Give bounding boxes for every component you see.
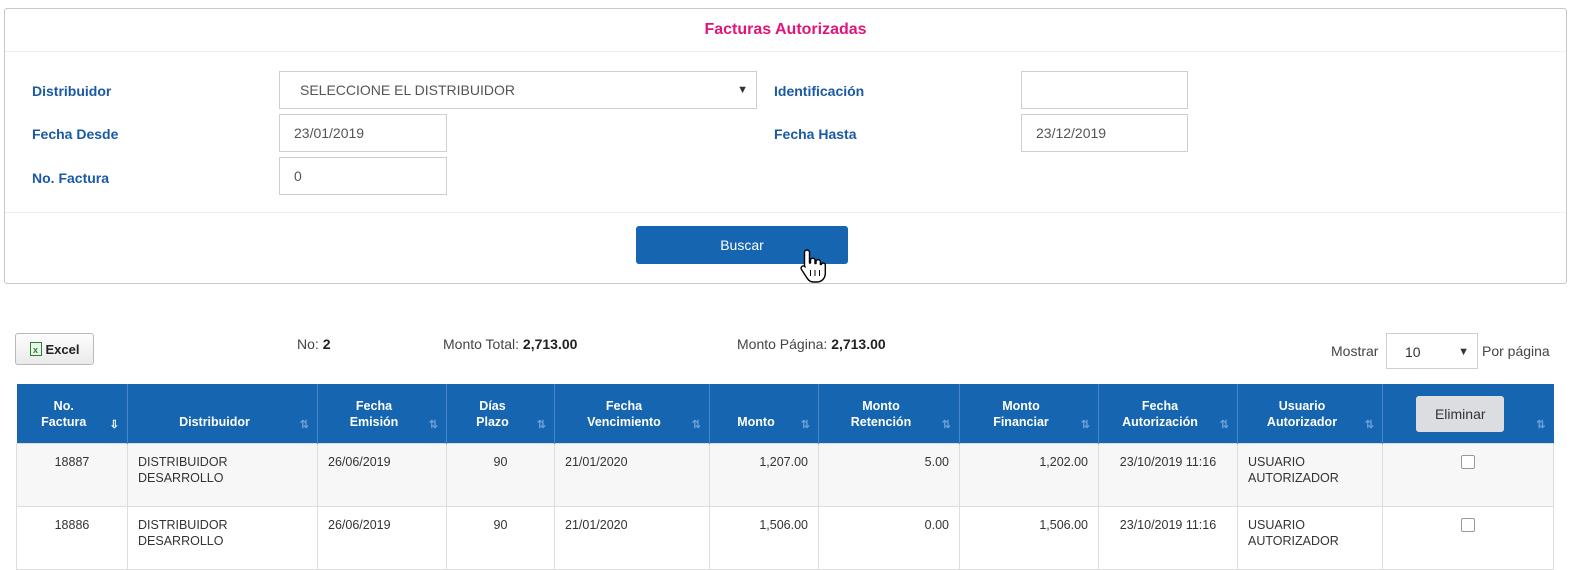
excel-icon: x: [29, 342, 42, 356]
fecha-desde-input[interactable]: 23/01/2019: [279, 114, 447, 152]
page-title: Facturas Autorizadas: [5, 9, 1566, 52]
monto-total-value: 2,713.00: [522, 336, 578, 352]
excel-button[interactable]: x Excel: [15, 333, 94, 365]
sort-icon: ⇅: [691, 419, 701, 431]
cell-eliminar: [1382, 443, 1554, 507]
cell-fecha-autorizacion: 23/10/2019 11:16: [1098, 443, 1238, 507]
distribuidor-label: Distribuidor: [32, 83, 112, 99]
sort-icon: ⇅: [536, 419, 546, 431]
cell-usuario-autorizador: USUARIO AUTORIZADOR: [1237, 506, 1383, 570]
cell-distribuidor: DISTRIBUIDOR DESARROLLO: [127, 506, 318, 570]
monto-total-label: Monto Total:: [443, 336, 520, 352]
cell-fecha-vencimiento: 21/01/2020: [554, 443, 710, 507]
chevron-down-icon: ▼: [1458, 346, 1469, 358]
sort-icon: ⇅: [800, 419, 810, 431]
cell-monto: 1,207.00: [709, 443, 819, 507]
identificacion-input[interactable]: [1021, 71, 1188, 109]
distribuidor-select[interactable]: SELECCIONE EL DISTRIBUIDOR ▼: [279, 71, 757, 109]
divider: [5, 212, 1566, 213]
monto-total-summary: Monto Total: 2,713.00: [443, 336, 577, 352]
cell-monto: 1,506.00: [709, 506, 819, 570]
distribuidor-select-value: SELECCIONE EL DISTRIBUIDOR: [300, 82, 515, 98]
cell-no-factura: 18886: [16, 506, 128, 570]
monto-pagina-value: 2,713.00: [831, 336, 886, 352]
sort-icon: ⇅: [1219, 419, 1229, 431]
cell-monto-financiar: 1,202.00: [959, 443, 1099, 507]
cell-distribuidor: DISTRIBUIDOR DESARROLLO: [127, 443, 318, 507]
chevron-down-icon: ▼: [737, 84, 748, 96]
header-usuario-autorizador[interactable]: Usuario Autorizador ⇅: [1237, 384, 1383, 444]
hand-cursor-icon: [800, 249, 826, 283]
header-fecha-autorizacion[interactable]: Fecha Autorización ⇅: [1098, 384, 1238, 444]
header-monto-retencion[interactable]: Monto Retención ⇅: [818, 384, 960, 444]
page-size-value: 10: [1405, 344, 1421, 360]
cell-monto-retencion: 5.00: [818, 443, 960, 507]
no-factura-input[interactable]: 0: [279, 157, 447, 195]
cell-usuario-autorizador: USUARIO AUTORIZADOR: [1237, 443, 1383, 507]
monto-pagina-label: Monto Página:: [737, 336, 828, 352]
cell-fecha-emision: 26/06/2019: [317, 443, 447, 507]
cell-fecha-vencimiento: 21/01/2020: [554, 506, 710, 570]
table-header-row: No. Factura ⇩ Distribuidor ⇅ Fecha Emisión ⇅ …: [16, 384, 1554, 444]
cell-dias-plazo: 90: [446, 443, 555, 507]
header-no-factura[interactable]: No. Factura ⇩: [16, 384, 128, 444]
sort-icon: ⇅: [428, 419, 438, 431]
header-fecha-vencimiento[interactable]: Fecha Vencimiento ⇅: [554, 384, 710, 444]
cell-dias-plazo: 90: [446, 506, 555, 570]
count-label: No:: [297, 336, 319, 352]
mostrar-label: Mostrar: [1331, 343, 1379, 359]
page-size-select[interactable]: 10 ▼: [1386, 333, 1478, 369]
cell-eliminar: [1382, 506, 1554, 570]
sort-icon: ⇅: [1364, 419, 1374, 431]
header-distribuidor[interactable]: Distribuidor ⇅: [127, 384, 318, 444]
row-checkbox[interactable]: [1461, 455, 1475, 469]
header-eliminar: Eliminar ⇅: [1382, 384, 1554, 444]
header-fecha-emision[interactable]: Fecha Emisión ⇅: [317, 384, 447, 444]
cell-fecha-emision: 26/06/2019: [317, 506, 447, 570]
facturas-table: No. Factura ⇩ Distribuidor ⇅ Fecha Emisión ⇅ …: [16, 384, 1554, 570]
table-row: 18887 DISTRIBUIDOR DESARROLLO 26/06/2019 …: [16, 443, 1554, 507]
sort-icon: ⇅: [941, 419, 951, 431]
fecha-hasta-label: Fecha Hasta: [774, 126, 857, 142]
no-factura-label: No. Factura: [32, 170, 110, 186]
count-value: 2: [322, 336, 331, 352]
sort-icon: ⇅: [1536, 419, 1546, 431]
count-summary: No: 2: [297, 336, 330, 352]
sort-icon: ⇅: [1080, 419, 1090, 431]
sort-icon: ⇅: [299, 419, 309, 431]
por-pagina-label: Por página: [1482, 343, 1550, 359]
cell-fecha-autorizacion: 23/10/2019 11:16: [1098, 506, 1238, 570]
fecha-desde-label: Fecha Desde: [32, 126, 119, 142]
filter-panel: Facturas Autorizadas Distribuidor SELECC…: [4, 8, 1567, 284]
header-monto-financiar[interactable]: Monto Financiar ⇅: [959, 384, 1099, 444]
excel-button-label: Excel: [45, 341, 80, 357]
header-dias-plazo[interactable]: Días Plazo ⇅: [446, 384, 555, 444]
row-checkbox[interactable]: [1461, 518, 1475, 532]
header-monto[interactable]: Monto ⇅: [709, 384, 819, 444]
sort-desc-icon: ⇩: [109, 419, 119, 431]
cell-monto-financiar: 1,506.00: [959, 506, 1099, 570]
identificacion-label: Identificación: [774, 83, 865, 99]
eliminar-button[interactable]: Eliminar: [1416, 395, 1505, 432]
table-row: 18886 DISTRIBUIDOR DESARROLLO 26/06/2019 …: [16, 506, 1554, 570]
fecha-hasta-input[interactable]: 23/12/2019: [1021, 114, 1188, 152]
cell-no-factura: 18887: [16, 443, 128, 507]
cell-monto-retencion: 0.00: [818, 506, 960, 570]
monto-pagina-summary: Monto Página: 2,713.00: [737, 336, 886, 352]
